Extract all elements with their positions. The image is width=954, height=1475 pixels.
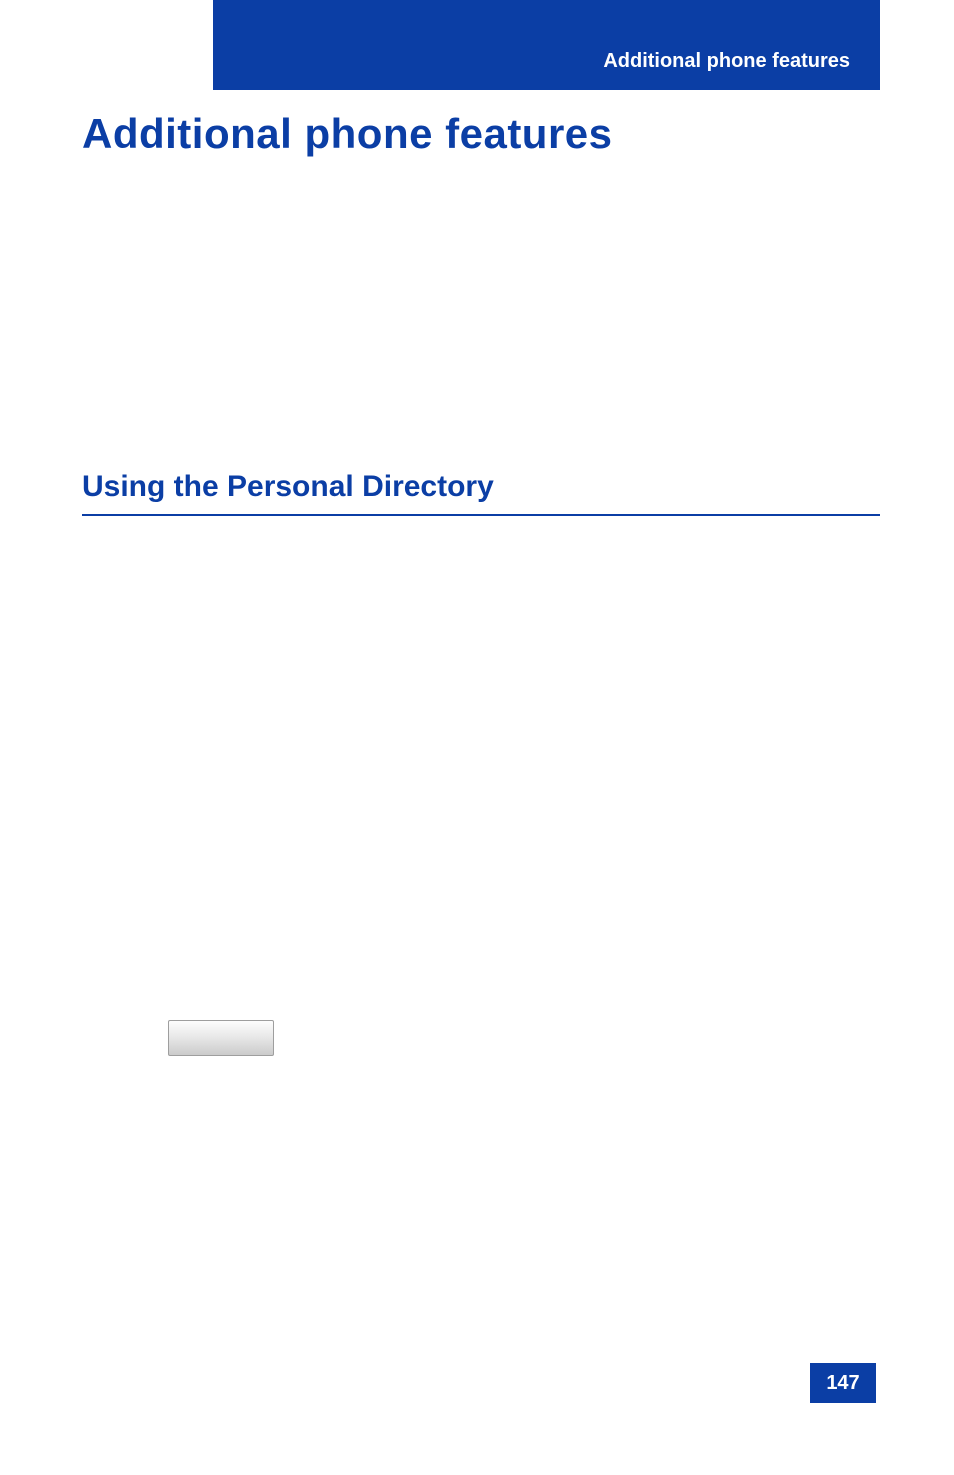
running-title: Additional phone features <box>603 50 850 73</box>
page-number: 147 <box>826 1372 859 1395</box>
page-number-box: 147 <box>810 1363 876 1403</box>
page-title: Additional phone features <box>82 110 613 158</box>
header-band: Additional phone features <box>213 0 880 90</box>
soft-key-button[interactable] <box>168 1020 274 1056</box>
section-heading: Using the Personal Directory <box>82 470 880 516</box>
